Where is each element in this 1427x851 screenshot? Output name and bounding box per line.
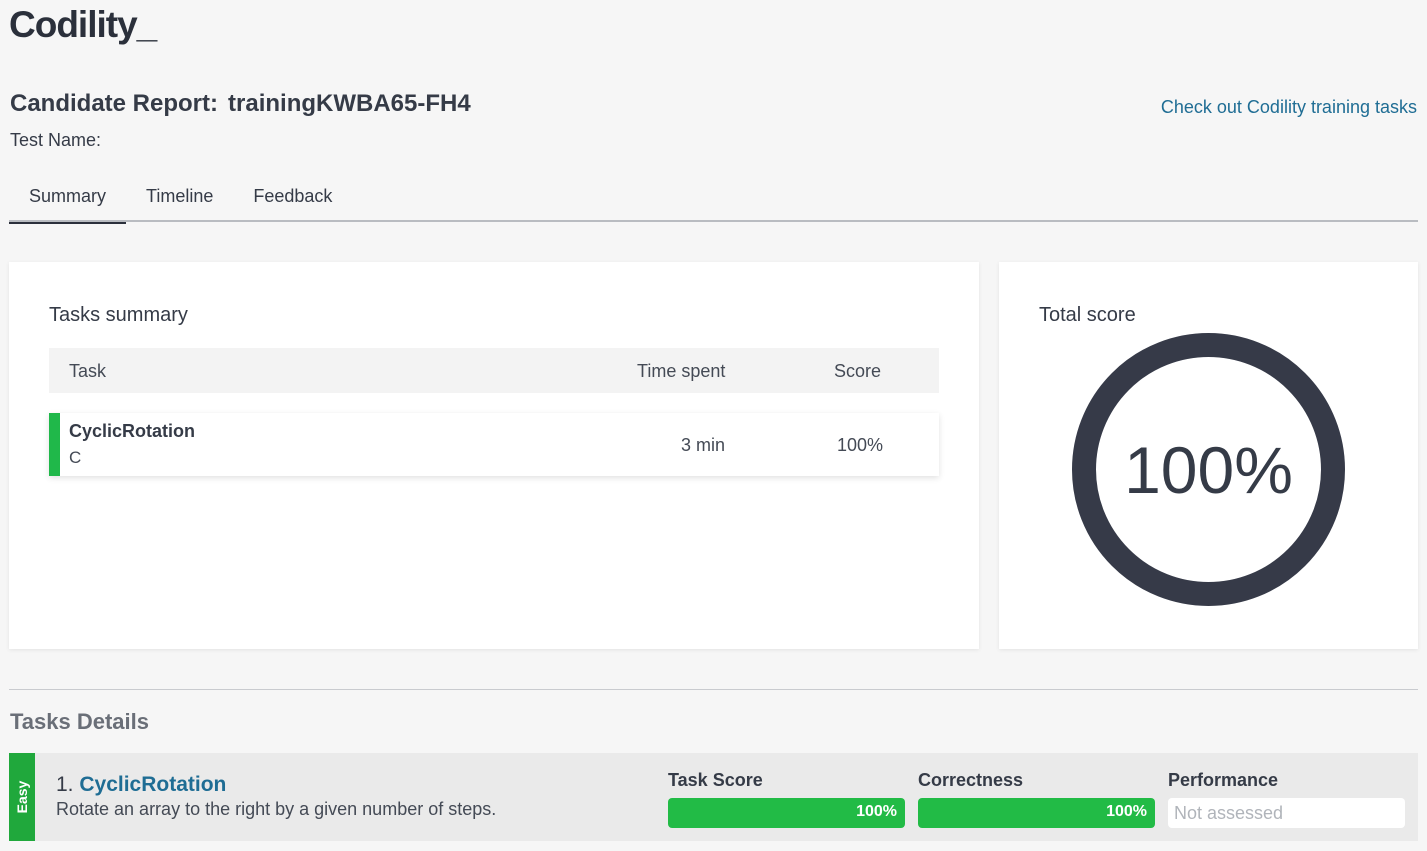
correctness-value: 100%	[1106, 803, 1147, 820]
task-score-bar: 100%	[668, 798, 905, 828]
column-time-spent: Time spent	[637, 361, 726, 381]
tab-timeline[interactable]: Timeline	[126, 178, 233, 222]
column-task: Task	[69, 361, 107, 381]
column-score: Score	[834, 361, 882, 381]
tasks-details-title: Tasks Details	[10, 709, 150, 734]
task-score-metric: Task Score 100%	[668, 770, 905, 828]
page-title: Candidate Report: trainingKWBA65-FH4	[10, 90, 471, 118]
task-score-value: 100%	[856, 803, 897, 820]
correctness-metric: Correctness 100%	[918, 770, 1155, 828]
task-score-label: Task Score	[668, 770, 763, 790]
status-bar	[49, 413, 60, 476]
codility-logo[interactable]: Codility_	[9, 4, 157, 46]
table-header: Task Time spent Score	[49, 348, 939, 393]
task-description: Rotate an array to the right by a given …	[56, 799, 497, 819]
difficulty-badge: Easy	[9, 753, 35, 841]
task-detail-link[interactable]: CyclicRotation	[79, 773, 226, 796]
tasks-summary-title: Tasks summary	[49, 304, 188, 326]
report-tabs: Summary Timeline Feedback	[9, 178, 1418, 224]
total-score-title: Total score	[1039, 304, 1136, 326]
total-score-value: 100%	[1124, 432, 1293, 507]
tab-feedback[interactable]: Feedback	[233, 178, 352, 222]
tab-summary[interactable]: Summary	[9, 178, 127, 224]
task-name: CyclicRotation	[69, 421, 196, 441]
task-detail-row: Easy 1. CyclicRotation Rotate an array t…	[9, 753, 1418, 841]
test-name-label: Test Name:	[10, 130, 102, 150]
score-ring: 100%	[1072, 333, 1345, 606]
training-tasks-link[interactable]: Check out Codility training tasks	[1161, 97, 1417, 118]
performance-label: Performance	[1168, 770, 1279, 790]
correctness-label: Correctness	[918, 770, 1024, 790]
report-label: Candidate Report:	[10, 90, 219, 117]
total-score-card: Total score 100%	[999, 262, 1418, 649]
difficulty-label: Easy	[14, 780, 30, 814]
task-time-spent: 3 min	[681, 435, 726, 455]
section-divider	[9, 689, 1418, 690]
table-row[interactable]: CyclicRotation C 3 min 100%	[49, 413, 939, 476]
task-number: 1.	[56, 773, 74, 796]
task-detail-title: 1. CyclicRotation	[56, 773, 226, 797]
tasks-summary-card: Tasks summary Task Time spent Score Cycl…	[9, 262, 979, 649]
performance-value: Not assessed	[1174, 803, 1284, 823]
performance-metric: Performance Not assessed	[1168, 770, 1405, 828]
correctness-bar: 100%	[918, 798, 1155, 828]
task-score: 100%	[837, 435, 884, 455]
candidate-id: trainingKWBA65-FH4	[228, 90, 471, 117]
task-language: C	[69, 448, 82, 467]
performance-bar: Not assessed	[1168, 798, 1405, 828]
